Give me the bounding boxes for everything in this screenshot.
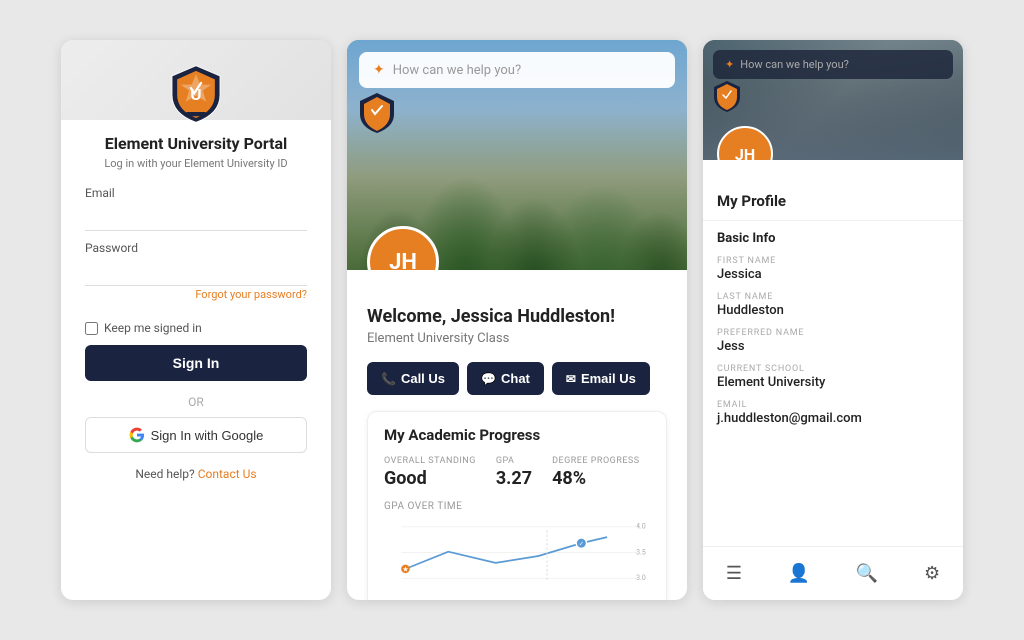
- welcome-panel: ✦ How can we help you? JH Welcome, Jessi…: [347, 40, 687, 600]
- profile-field-4: EMAILj.huddleston@gmail.com: [717, 400, 949, 426]
- google-btn-label: Sign In with Google: [151, 428, 264, 443]
- or-divider: OR: [188, 395, 204, 409]
- welcome-search-bar[interactable]: ✦ How can we help you?: [359, 52, 675, 88]
- search-placeholder-text: How can we help you?: [393, 63, 521, 78]
- profile-panel: ✦ How can we help you? JH + My Profile B…: [703, 40, 963, 600]
- field-value-4: j.huddleston@gmail.com: [717, 411, 949, 426]
- field-label-3: CURRENT SCHOOL: [717, 364, 949, 374]
- gpa-label: GPA: [496, 456, 532, 466]
- profile-field-1: LAST NAMEHuddleston: [717, 292, 949, 318]
- action-buttons: 📞 Call Us 💬 Chat ✉ Email Us: [367, 362, 667, 395]
- nav-menu-icon[interactable]: ☰: [718, 559, 750, 588]
- email-group: Email: [85, 186, 307, 231]
- profile-field-3: CURRENT SCHOOLElement University: [717, 364, 949, 390]
- field-label-0: FIRST NAME: [717, 256, 949, 266]
- profile-info-section: Basic Info FIRST NAMEJessica LAST NAMEHud…: [703, 221, 963, 546]
- svg-text:✓: ✓: [579, 541, 584, 548]
- nav-settings-icon[interactable]: ⚙: [916, 559, 948, 588]
- login-panel: U Element University Portal Log in with …: [61, 40, 331, 600]
- profile-field-0: FIRST NAMEJessica: [717, 256, 949, 282]
- chart-svg: 4.0 3.5 3.0 ★ ✓: [384, 516, 650, 596]
- progress-stats: OVERALL STANDING Good GPA 3.27 DEGREE PR…: [384, 456, 650, 489]
- basic-info-title: Basic Info: [717, 231, 949, 246]
- profile-sparkle-icon: ✦: [725, 58, 734, 71]
- gpa-chart: 4.0 3.5 3.0 ★ ✓: [384, 516, 650, 596]
- welcome-logo: [359, 92, 395, 128]
- overall-standing-stat: OVERALL STANDING Good: [384, 456, 476, 489]
- email-label: Email: [85, 186, 307, 200]
- field-label-1: LAST NAME: [717, 292, 949, 302]
- chart-label: GPA OVER TIME: [384, 501, 650, 512]
- profile-logo: [713, 80, 741, 108]
- svg-text:3.5: 3.5: [636, 548, 646, 556]
- welcome-class: Element University Class: [367, 331, 667, 346]
- welcome-greeting: Welcome, Jessica Huddleston!: [367, 306, 667, 327]
- profile-search-placeholder: How can we help you?: [740, 58, 849, 71]
- field-value-3: Element University: [717, 375, 949, 390]
- gpa-value: 3.27: [496, 468, 532, 489]
- login-form: U Element University Portal Log in with …: [61, 40, 331, 501]
- signin-button[interactable]: Sign In: [85, 345, 307, 381]
- field-value-2: Jess: [717, 339, 949, 354]
- profile-search-bar[interactable]: ✦ How can we help you?: [713, 50, 953, 79]
- profile-fields: FIRST NAMEJessica LAST NAMEHuddleston PREF…: [717, 256, 949, 426]
- forgot-password-link[interactable]: Forgot your password?: [85, 288, 307, 301]
- welcome-body: Welcome, Jessica Huddleston! Element Uni…: [347, 270, 687, 600]
- svg-text:4.0: 4.0: [636, 523, 646, 531]
- login-subtitle: Log in with your Element University ID: [104, 157, 287, 170]
- need-help-text: Need help? Contact Us: [135, 467, 256, 481]
- email-icon: ✉: [566, 372, 576, 386]
- remember-checkbox[interactable]: [85, 322, 98, 335]
- field-value-0: Jessica: [717, 267, 949, 282]
- email-us-button[interactable]: ✉ Email Us: [552, 362, 650, 395]
- profile-hero: ✦ How can we help you? JH +: [703, 40, 963, 160]
- phone-icon: 📞: [381, 372, 396, 386]
- sparkle-icon: ✦: [373, 62, 385, 78]
- profile-name-section: My Profile: [703, 160, 963, 221]
- svg-text:★: ★: [402, 565, 408, 573]
- google-signin-button[interactable]: Sign In with Google: [85, 417, 307, 453]
- svg-text:3.0: 3.0: [636, 574, 646, 582]
- chat-button[interactable]: 💬 Chat: [467, 362, 544, 395]
- password-group: Password Forgot your password?: [85, 241, 307, 301]
- nav-person-icon[interactable]: 👤: [780, 559, 818, 588]
- field-value-1: Huddleston: [717, 303, 949, 318]
- gpa-stat: GPA 3.27: [496, 456, 532, 489]
- field-label-4: EMAIL: [717, 400, 949, 410]
- password-label: Password: [85, 241, 307, 255]
- progress-card: My Academic Progress OVERALL STANDING Go…: [367, 411, 667, 600]
- password-input[interactable]: [85, 258, 307, 286]
- contact-us-link[interactable]: Contact Us: [198, 467, 257, 481]
- overall-label: OVERALL STANDING: [384, 456, 476, 466]
- login-title: Element University Portal: [105, 134, 288, 153]
- chat-icon: 💬: [481, 372, 496, 386]
- degree-label: DEGREE PROGRESS: [552, 456, 640, 466]
- welcome-hero: ✦ How can we help you? JH: [347, 40, 687, 270]
- call-us-button[interactable]: 📞 Call Us: [367, 362, 459, 395]
- google-icon: [129, 427, 145, 443]
- degree-value: 48%: [552, 468, 640, 489]
- profile-nav: ☰ 👤 🔍 ⚙: [703, 546, 963, 600]
- university-logo: U: [166, 64, 226, 124]
- profile-field-2: PREFERRED NAMEJess: [717, 328, 949, 354]
- profile-title: My Profile: [717, 192, 949, 210]
- progress-title: My Academic Progress: [384, 426, 650, 444]
- overall-value: Good: [384, 468, 476, 489]
- nav-search-icon[interactable]: 🔍: [848, 559, 886, 588]
- remember-row: Keep me signed in: [85, 321, 307, 335]
- degree-progress-stat: DEGREE PROGRESS 48%: [552, 456, 640, 489]
- email-input[interactable]: [85, 203, 307, 231]
- remember-label: Keep me signed in: [104, 321, 202, 335]
- field-label-2: PREFERRED NAME: [717, 328, 949, 338]
